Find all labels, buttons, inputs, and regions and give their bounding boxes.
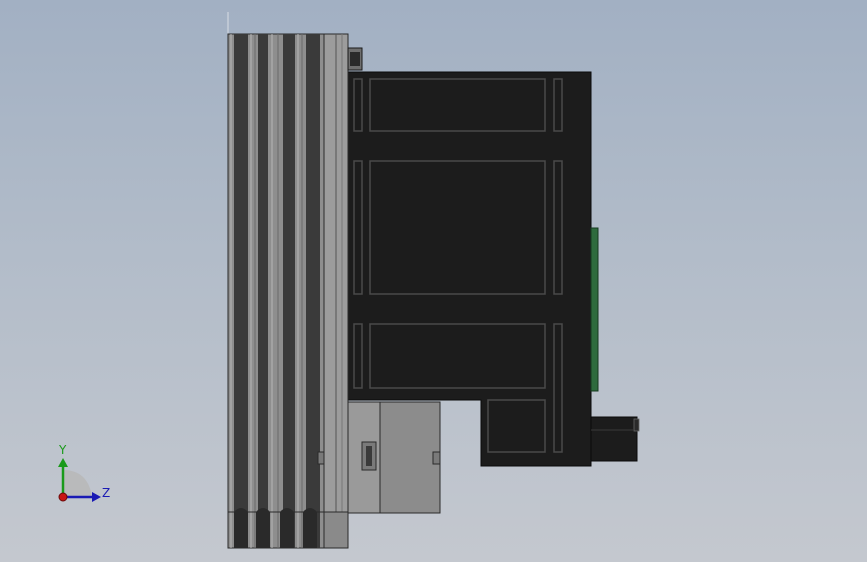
triad-plane-shade: [63, 470, 92, 497]
heatsink-fin-gap-1: [234, 34, 248, 548]
cad-model-side-view[interactable]: [0, 0, 867, 562]
coordinate-triad: [58, 458, 101, 502]
heatsink-fin-gap-3: [283, 34, 295, 548]
heatsink-fin-gap-4: [306, 34, 320, 548]
pcb-edge: [590, 227, 599, 392]
y-axis-arrow: [58, 458, 68, 467]
mounting-screw: [347, 47, 363, 71]
heatsink-fin-gap-2: [258, 34, 268, 548]
triad-z-label: Z: [102, 486, 111, 500]
graphics-viewport[interactable]: Y Z: [0, 0, 867, 562]
x-axis-origin-icon: [58, 492, 68, 502]
triad-y-label: Y: [59, 443, 67, 457]
side-connector[interactable]: [590, 416, 640, 462]
z-axis-arrow: [92, 492, 101, 502]
heatsink[interactable]: [227, 33, 349, 549]
